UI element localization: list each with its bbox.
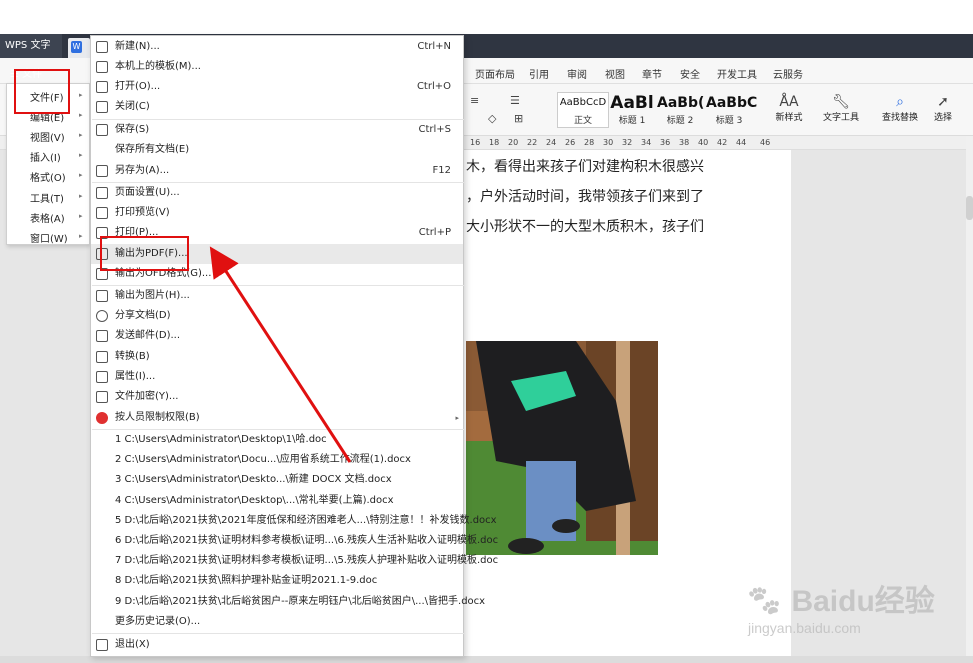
paw-icon: 🐾︎ — [745, 585, 784, 618]
red-arrow-annotation — [209, 246, 352, 463]
baidu-watermark-url: jingyan.baidu.com — [748, 620, 861, 636]
screen: WPS 文字 W 页面布局 引用 审阅 视图 章节 安全 开发工具 云服务 ≡ … — [0, 0, 973, 663]
baidu-watermark-logo: 🐾︎ Baidu经验 — [745, 576, 935, 620]
watermark-text: Baidu经验 — [791, 585, 935, 618]
